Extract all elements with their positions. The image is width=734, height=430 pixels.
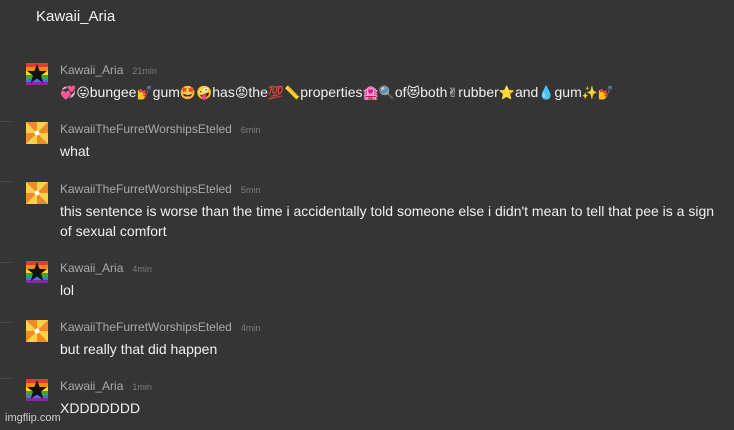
rainbow-star-avatar[interactable] <box>26 261 48 283</box>
message-author: KawaiiTheFurretWorshipsEteled 4min <box>60 320 260 334</box>
message-text: what <box>60 143 90 159</box>
gutter-tick <box>0 262 11 263</box>
message-time: 1min <box>132 382 152 392</box>
emoji-icon: 🏩 <box>362 86 379 101</box>
message-author: Kawaii_Aria 1min <box>60 379 152 393</box>
emoji-icon: 💧 <box>538 86 555 101</box>
rainbow-star-avatar[interactable] <box>26 379 48 401</box>
emoji-icon: ⭐ <box>498 86 515 101</box>
message-time: 21min <box>132 66 157 76</box>
emoji-icon: 💅 <box>136 86 153 101</box>
gutter-tick <box>0 322 11 323</box>
author-name: KawaiiTheFurretWorshipsEteled <box>60 122 232 136</box>
chat-title: Kawaii_Aria <box>36 8 116 25</box>
author-name: Kawaii_Aria <box>60 261 124 275</box>
message-author: KawaiiTheFurretWorshipsEteled 6min <box>60 122 260 136</box>
imgflip-watermark: imgflip.com <box>5 412 61 424</box>
emoji-icon: ✌ <box>447 86 459 101</box>
left-gutter <box>0 0 12 430</box>
message-time: 4min <box>132 264 152 274</box>
message-word: gum <box>554 84 582 100</box>
emoji-icon: 💞 <box>60 86 77 101</box>
gutter-tick <box>0 181 11 182</box>
author-name: Kawaii_Aria <box>60 379 124 393</box>
emoji-icon: 🤩 <box>179 86 197 101</box>
message-author: Kawaii_Aria 21min <box>60 63 157 77</box>
message-word: properties <box>300 84 363 100</box>
gutter-tick <box>0 378 11 379</box>
message-word: rubber <box>458 84 499 100</box>
message-time: 6min <box>240 125 261 135</box>
message-time: 4min <box>240 323 261 333</box>
message-author: Kawaii_Aria 4min <box>60 261 152 275</box>
emoji-icon: 😻 <box>406 86 421 101</box>
rainbow-star-avatar[interactable] <box>26 63 48 85</box>
message-word: of <box>394 84 407 100</box>
message-text: this sentence is worse than the time i a… <box>60 203 715 239</box>
message-text: but really that did happen <box>60 341 218 357</box>
emoji-icon: 😛 <box>76 86 90 101</box>
emoji-icon: 💅 <box>597 86 615 101</box>
message-word: the <box>248 84 268 100</box>
chat-header: Kawaii_Aria <box>0 0 734 37</box>
emoji-icon: 📏 <box>284 86 301 101</box>
emoji-icon: 🔍 <box>378 86 395 101</box>
message-word: bungee <box>89 84 137 100</box>
emoji-icon: 🤪 <box>196 86 213 101</box>
gutter-tick <box>0 121 11 122</box>
emoji-icon: ✨ <box>581 86 598 101</box>
author-name: Kawaii_Aria <box>60 63 124 77</box>
message-word: and <box>514 84 539 100</box>
message-text: lol <box>60 282 75 298</box>
message-text: 💞😛bungee💅gum🤩🤪has😡the💯📏properties🏩🔍of😻bo… <box>60 82 725 104</box>
message-word: gum <box>152 84 180 100</box>
message-author: KawaiiTheFurretWorshipsEteled 5min <box>60 182 260 196</box>
author-name: KawaiiTheFurretWorshipsEteled <box>60 320 232 334</box>
orange-pinwheel-avatar[interactable] <box>26 122 48 144</box>
orange-pinwheel-avatar[interactable] <box>26 182 48 204</box>
orange-pinwheel-avatar[interactable] <box>26 320 48 342</box>
emoji-icon: 💯 <box>267 86 285 101</box>
message-text: XDDDDDDD <box>60 400 141 416</box>
message-word: both <box>420 84 448 100</box>
author-name: KawaiiTheFurretWorshipsEteled <box>60 182 232 196</box>
message-time: 5min <box>240 185 261 195</box>
message-word: has <box>212 84 235 100</box>
emoji-icon: 😡 <box>234 86 249 101</box>
